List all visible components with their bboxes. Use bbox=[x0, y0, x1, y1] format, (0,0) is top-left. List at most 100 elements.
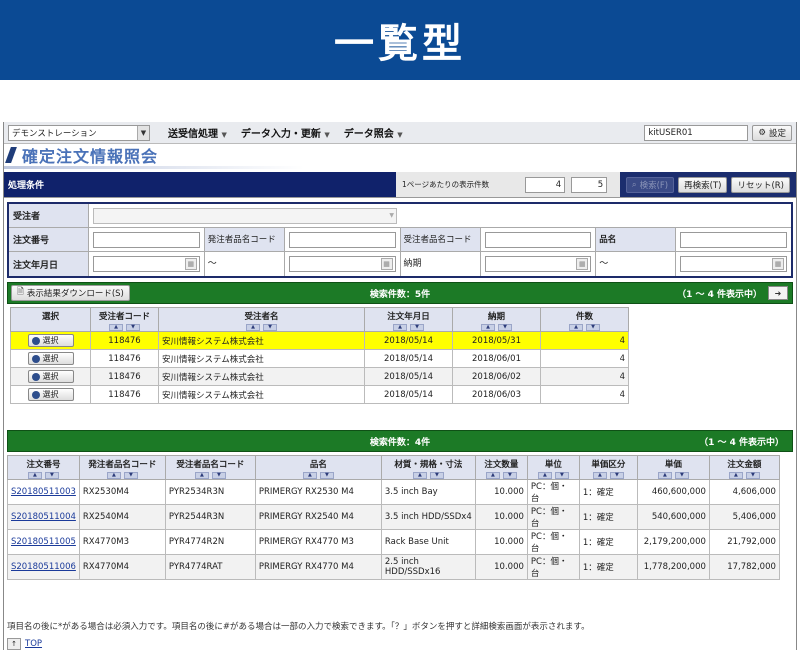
next-page-button[interactable]: ➜ bbox=[768, 286, 788, 300]
item-name-input[interactable] bbox=[680, 232, 787, 248]
receiver-item-code-input[interactable] bbox=[485, 232, 592, 248]
sort-desc-icon[interactable]: ▼ bbox=[675, 472, 689, 479]
sort-buttons: ▲▼ bbox=[256, 472, 381, 479]
sort-desc-icon[interactable]: ▼ bbox=[320, 472, 334, 479]
cell-name: 安川情報システム株式会社 bbox=[159, 386, 365, 404]
cell-name: 安川情報システム株式会社 bbox=[159, 368, 365, 386]
receiver-item-code-label: 受注者品名コード bbox=[401, 228, 481, 251]
order-no-label: 注文番号 bbox=[9, 228, 89, 251]
condition-row: 注文番号 発注者品名コード 受注者品名コード 品名 bbox=[9, 228, 791, 252]
orderer-item-code-input[interactable] bbox=[289, 232, 396, 248]
sort-desc-icon[interactable]: ▼ bbox=[212, 472, 226, 479]
order-date-to-input[interactable]: ▦ bbox=[289, 256, 396, 272]
table-row: 選択118476安川情報システム株式会社2018/05/142018/06/01… bbox=[11, 350, 629, 368]
title-underline bbox=[4, 166, 304, 169]
sort-asc-icon[interactable]: ▲ bbox=[538, 472, 552, 479]
select-button[interactable]: 選択 bbox=[28, 334, 74, 347]
sort-asc-icon[interactable]: ▲ bbox=[658, 472, 672, 479]
col-price: 単価 ▲▼ bbox=[637, 456, 709, 480]
sort-desc-icon[interactable]: ▼ bbox=[586, 324, 600, 331]
sort-desc-icon[interactable]: ▼ bbox=[410, 324, 424, 331]
per-page-input-2[interactable]: 5 bbox=[571, 177, 607, 193]
order-no-link[interactable]: S20180511006 bbox=[11, 562, 76, 572]
sort-asc-icon[interactable]: ▲ bbox=[481, 324, 495, 331]
user-id-field[interactable]: kitUSER01 bbox=[644, 125, 748, 141]
order-no-link[interactable]: S20180511004 bbox=[11, 512, 76, 522]
sort-asc-icon[interactable]: ▲ bbox=[195, 472, 209, 479]
condition-bar: 処理条件 1ページあたりの表示件数 4 5 ⌕検索(F) 再検索(T) リセット… bbox=[4, 172, 796, 198]
cell-count: 4 bbox=[541, 332, 629, 350]
order-no-cell bbox=[89, 228, 205, 251]
sort-desc-icon[interactable]: ▼ bbox=[746, 472, 760, 479]
sort-asc-icon[interactable]: ▲ bbox=[413, 472, 427, 479]
sort-asc-icon[interactable]: ▲ bbox=[109, 324, 123, 331]
chevron-down-icon: ▼ bbox=[221, 131, 226, 139]
select-button[interactable]: 選択 bbox=[28, 370, 74, 383]
arrow-up-icon[interactable]: ↑ bbox=[7, 638, 21, 650]
mode-select[interactable]: デモンストレーション ▼ bbox=[8, 125, 150, 141]
col-label: 発注者品名コード bbox=[80, 458, 165, 470]
download-button[interactable]: 🗎表示結果ダウンロード(S) bbox=[11, 285, 130, 301]
sort-desc-icon[interactable]: ▼ bbox=[498, 324, 512, 331]
top-link[interactable]: TOP bbox=[25, 639, 42, 649]
order-date-from-input[interactable]: ▦ bbox=[93, 256, 200, 272]
sort-asc-icon[interactable]: ▲ bbox=[729, 472, 743, 479]
cell-amount: 4,606,000 bbox=[709, 480, 779, 505]
sort-desc-icon[interactable]: ▼ bbox=[124, 472, 138, 479]
research-button[interactable]: 再検索(T) bbox=[678, 177, 727, 193]
menu-data-entry[interactable]: データ入力・更新 ▼ bbox=[241, 125, 330, 140]
sort-desc-icon[interactable]: ▼ bbox=[610, 472, 624, 479]
select-button[interactable]: 選択 bbox=[28, 352, 74, 365]
settings-button[interactable]: ⚙設定 bbox=[752, 125, 792, 141]
sort-asc-icon[interactable]: ▲ bbox=[593, 472, 607, 479]
calendar-icon[interactable]: ▦ bbox=[772, 258, 784, 270]
menu-data-inquiry[interactable]: データ照会 ▼ bbox=[344, 125, 403, 140]
sort-desc-icon[interactable]: ▼ bbox=[263, 324, 277, 331]
sort-asc-icon[interactable]: ▲ bbox=[28, 472, 42, 479]
sort-desc-icon[interactable]: ▼ bbox=[555, 472, 569, 479]
delivery-to-cell: ▦ bbox=[676, 252, 791, 276]
cell-unit: PC：個・台 bbox=[527, 530, 579, 555]
cell-name: 安川情報システム株式会社 bbox=[159, 332, 365, 350]
chevron-down-icon: ▼ bbox=[397, 131, 402, 139]
condition-form: 受注者 ▼ 注文番号 発注者品名コード 受注者品名コード 品名 注文年月日 ▦ … bbox=[7, 202, 793, 278]
menu-send-receive[interactable]: 送受信処理 ▼ bbox=[168, 125, 227, 140]
calendar-icon[interactable]: ▦ bbox=[381, 258, 393, 270]
sort-desc-icon[interactable]: ▼ bbox=[430, 472, 444, 479]
delivery-to-input[interactable]: ▦ bbox=[680, 256, 787, 272]
order-date-to-cell: ▦ bbox=[285, 252, 401, 276]
sort-asc-icon[interactable]: ▲ bbox=[303, 472, 317, 479]
order-no-link[interactable]: S20180511005 bbox=[11, 537, 76, 547]
menu-bar: デモンストレーション ▼ 送受信処理 ▼ データ入力・更新 ▼ データ照会 ▼ … bbox=[4, 122, 796, 144]
calendar-icon[interactable]: ▦ bbox=[576, 258, 588, 270]
cell-amount: 5,406,000 bbox=[709, 505, 779, 530]
order-no-input[interactable] bbox=[93, 232, 200, 248]
delivery-from-input[interactable]: ▦ bbox=[485, 256, 592, 272]
sort-asc-icon[interactable]: ▲ bbox=[486, 472, 500, 479]
sort-desc-icon[interactable]: ▼ bbox=[45, 472, 59, 479]
sort-buttons: ▲▼ bbox=[710, 472, 779, 479]
header-banner: 一覧型 bbox=[0, 0, 800, 80]
sort-desc-icon[interactable]: ▼ bbox=[126, 324, 140, 331]
cell-rcode: PYR4774RAT bbox=[165, 555, 255, 580]
condition-label: 処理条件 bbox=[4, 172, 396, 197]
select-button[interactable]: 選択 bbox=[28, 388, 74, 401]
orderer-item-code-label: 発注者品名コード bbox=[205, 228, 285, 251]
col-count: 件数▲▼ bbox=[541, 308, 629, 332]
calendar-icon[interactable]: ▦ bbox=[185, 258, 197, 270]
orderer-select[interactable]: ▼ bbox=[93, 208, 397, 224]
table-row: S20180511003RX2530M4PYR2534R3NPRIMERGY R… bbox=[8, 480, 780, 505]
order-no-link[interactable]: S20180511003 bbox=[11, 487, 76, 497]
sort-asc-icon[interactable]: ▲ bbox=[393, 324, 407, 331]
sort-asc-icon[interactable]: ▲ bbox=[246, 324, 260, 331]
sort-asc-icon[interactable]: ▲ bbox=[107, 472, 121, 479]
item-name-cell bbox=[676, 228, 791, 251]
search-button[interactable]: ⌕検索(F) bbox=[626, 177, 674, 193]
per-page-input[interactable]: 4 bbox=[525, 177, 565, 193]
condition-row: 注文年月日 ▦ 〜 ▦ 納期 ▦ 〜 ▦ bbox=[9, 252, 791, 276]
cell-ptype: 1：確定 bbox=[579, 480, 637, 505]
reset-button[interactable]: リセット(R) bbox=[731, 177, 790, 193]
sort-asc-icon[interactable]: ▲ bbox=[569, 324, 583, 331]
sort-desc-icon[interactable]: ▼ bbox=[503, 472, 517, 479]
col-label: 単価 bbox=[638, 458, 709, 470]
